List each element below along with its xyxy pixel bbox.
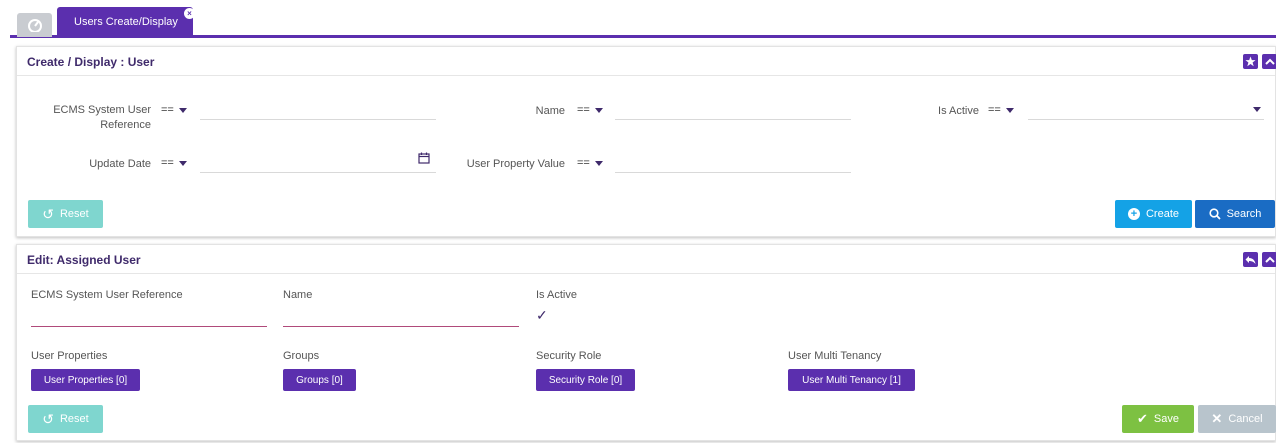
ecms-ref-label: ECMS System User Reference	[31, 289, 183, 301]
close-icon: ✕	[1211, 411, 1223, 426]
panel-title: Edit: Assigned User	[27, 253, 141, 267]
groups-label: Groups	[283, 350, 320, 362]
calendar-icon[interactable]	[418, 152, 430, 164]
plus-circle-icon: +	[1127, 208, 1140, 220]
user-properties-button[interactable]: User Properties [0]	[31, 369, 140, 391]
panel-header: Create / Display : User	[17, 47, 1276, 76]
groups-button[interactable]: Groups [0]	[283, 369, 356, 391]
security-role-label: Security Role	[536, 350, 602, 362]
close-icon[interactable]: ×	[184, 8, 195, 19]
chevron-down-icon[interactable]	[1253, 107, 1261, 112]
cancel-button[interactable]: ✕ Cancel	[1198, 405, 1276, 433]
chevron-down-icon	[594, 160, 603, 166]
undo-icon: ↺	[42, 410, 54, 427]
user-properties-label: User Properties	[31, 350, 108, 362]
name-label: Name	[535, 105, 565, 117]
name-input[interactable]	[615, 119, 851, 120]
tab-home[interactable]	[17, 13, 52, 37]
reset-button[interactable]: ↺ Reset	[28, 405, 103, 433]
undo-icon: ↺	[42, 205, 54, 222]
user-property-value-label: User Property Value	[466, 158, 565, 170]
update-date-operator[interactable]: ==	[161, 157, 187, 169]
dashboard-icon	[27, 19, 42, 32]
create-button[interactable]: + Create	[1115, 200, 1192, 228]
search-icon	[1208, 208, 1221, 220]
ecms-ref-label: ECMS System User Reference	[53, 104, 151, 131]
chevron-down-icon	[594, 107, 603, 113]
panel-header: Edit: Assigned User	[17, 245, 1276, 274]
reply-icon[interactable]	[1243, 252, 1258, 267]
is-active-operator[interactable]: ==	[988, 104, 1014, 116]
update-date-label: Update Date	[89, 158, 151, 170]
user-property-value-operator[interactable]: ==	[577, 157, 603, 169]
name-input[interactable]	[283, 326, 519, 327]
edit-assigned-user-panel: Edit: Assigned User ECMS System User Ref…	[16, 244, 1276, 441]
ecms-ref-operator[interactable]: ==	[161, 104, 187, 116]
user-property-value-input[interactable]	[615, 172, 851, 173]
chevron-down-icon	[1005, 107, 1014, 113]
check-icon: ✔	[1137, 411, 1148, 426]
create-display-panel: Create / Display : User ECMS System User…	[16, 46, 1276, 237]
star-icon[interactable]	[1243, 54, 1258, 69]
collapse-icon[interactable]	[1262, 252, 1276, 267]
name-operator[interactable]: ==	[577, 104, 603, 116]
chevron-down-icon	[178, 107, 187, 113]
tab-users-create-display[interactable]: Users Create/Display ×	[57, 7, 195, 37]
save-button[interactable]: ✔ Save	[1122, 405, 1194, 433]
panel-title: Create / Display : User	[27, 55, 155, 69]
chevron-down-icon	[178, 160, 187, 166]
ecms-ref-input[interactable]	[200, 119, 436, 120]
tab-label: Users Create/Display	[74, 16, 178, 28]
security-role-button[interactable]: Security Role [0]	[536, 369, 635, 391]
is-active-label: Is Active	[536, 289, 577, 301]
user-multi-tenancy-label: User Multi Tenancy	[788, 350, 882, 362]
is-active-checkbox[interactable]: ✓	[536, 307, 548, 324]
reset-button[interactable]: ↺ Reset	[28, 200, 103, 228]
tab-bar: Users Create/Display ×	[10, 0, 1276, 38]
update-date-input[interactable]	[200, 172, 436, 173]
search-button[interactable]: Search	[1195, 200, 1275, 228]
is-active-select[interactable]	[1028, 119, 1264, 120]
ecms-ref-input[interactable]	[31, 326, 267, 327]
user-multi-tenancy-button[interactable]: User Multi Tenancy [1]	[788, 369, 915, 391]
name-label: Name	[283, 289, 313, 301]
collapse-icon[interactable]	[1262, 54, 1276, 69]
is-active-label: Is Active	[938, 105, 979, 117]
